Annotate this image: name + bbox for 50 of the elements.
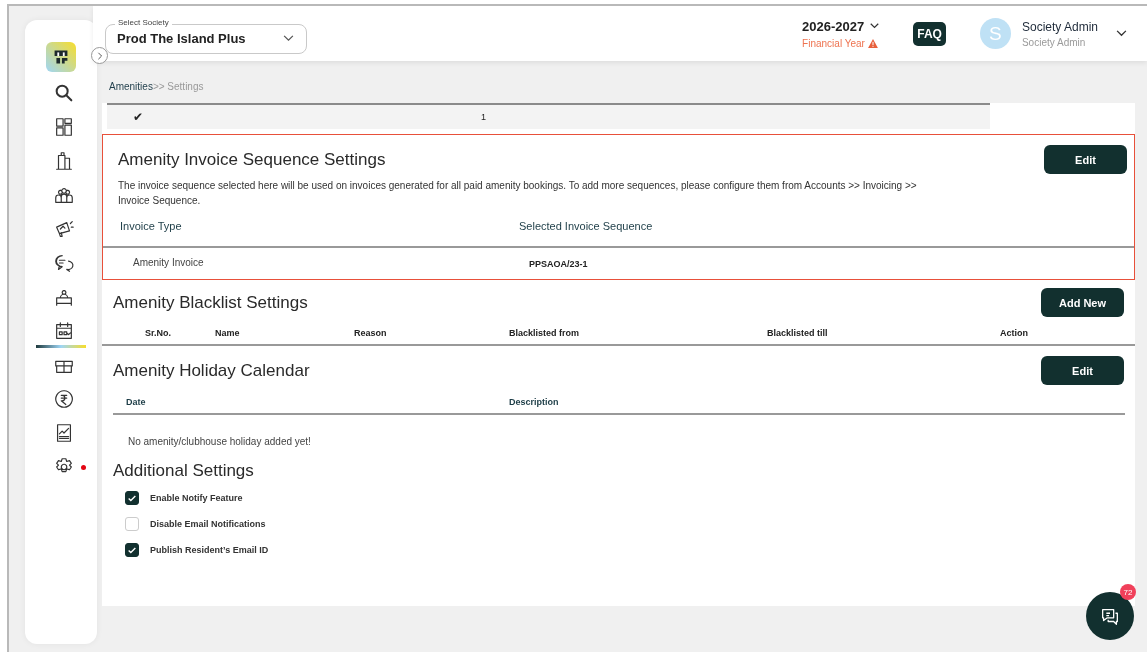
chat-icon	[53, 252, 75, 274]
chat-button[interactable]	[1086, 592, 1134, 640]
checkbox-label: Publish Resident’s Email ID	[150, 545, 269, 555]
column-header: Selected Invoice Sequence	[519, 220, 653, 232]
rupee-icon	[53, 388, 75, 410]
chevron-down-icon	[870, 23, 880, 29]
section-title: Additional Settings	[113, 461, 255, 481]
breadcrumb-link[interactable]: Amenities	[109, 81, 153, 92]
year-dropdown[interactable]: 2026-2027	[802, 18, 880, 34]
check-icon	[127, 545, 137, 555]
calendar-icon	[53, 320, 75, 342]
building-icon	[53, 150, 75, 172]
column-header: Name	[215, 328, 241, 338]
edit-button[interactable]: Edit	[1041, 356, 1124, 385]
chevron-down-icon	[283, 35, 294, 42]
column-header: Blacklisted till	[767, 328, 829, 338]
checkbox-label: Disable Email Notifications	[150, 519, 266, 529]
column-header: Sr.No.	[145, 328, 172, 338]
edit-button[interactable]: Edit	[1044, 145, 1127, 174]
faq-button[interactable]: FAQ	[913, 21, 946, 46]
section-title: Amenity Holiday Calendar	[113, 360, 310, 381]
user-name: Society Admin	[1021, 19, 1098, 34]
search-icon	[53, 82, 75, 104]
check-icon	[127, 493, 137, 503]
breadcrumb-current: >> Settings	[152, 81, 204, 92]
empty-message: No amenity/clubhouse holiday added yet!	[128, 436, 312, 447]
financial-year-label: Financial Year	[802, 37, 865, 49]
user-role: Society Admin	[1021, 36, 1087, 48]
checkbox[interactable]	[125, 491, 139, 505]
chevron-right-icon	[95, 51, 104, 60]
checkbox-label: Enable Notify Feature	[150, 493, 243, 503]
grid-icon	[53, 116, 75, 138]
section-title: Amenity Invoice Sequence Settings	[118, 149, 386, 170]
column-header: Action	[1000, 328, 1029, 338]
section-description: The invoice sequence selected here will be used on invoices generated for all paid amenity bookings. To add more sequences, please configure them from Accounts >> Invoicing >> Invoice Sequence.	[118, 179, 918, 208]
column-header: Reason	[354, 328, 388, 338]
section-title: Amenity Blacklist Settings	[113, 292, 308, 313]
chevron-down-icon[interactable]	[1116, 30, 1127, 37]
logo-icon[interactable]	[46, 42, 76, 72]
table-cell-text: Amenity Invoice	[133, 257, 205, 269]
table-cell: PPSAOA/23-1	[529, 259, 588, 269]
megaphone-icon	[53, 218, 75, 240]
table-cell: ✔	[133, 110, 143, 124]
column-header: Invoice Type	[120, 220, 183, 232]
column-header: Description	[509, 397, 560, 407]
table-cell: 1	[481, 112, 486, 122]
column-header: Date	[126, 397, 147, 407]
add-new-button[interactable]: Add New	[1041, 288, 1124, 317]
checkbox[interactable]	[125, 543, 139, 557]
column-header: Blacklisted from	[509, 328, 581, 338]
